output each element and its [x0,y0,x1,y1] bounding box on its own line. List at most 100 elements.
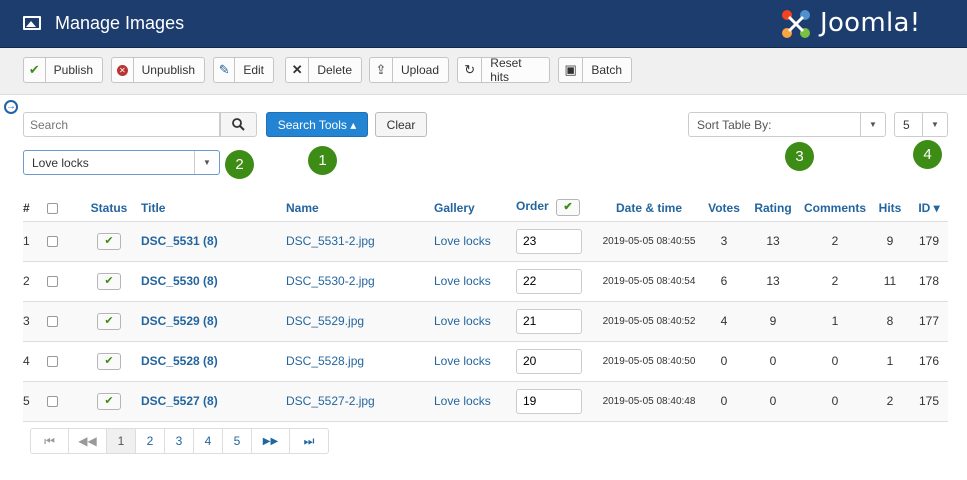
row-select-cell [47,341,77,382]
page-link-1[interactable]: 1 [107,429,136,453]
row-hits: 8 [870,301,910,342]
column-header-date[interactable]: Date & time [596,195,702,222]
sidebar-toggle-icon[interactable]: → [4,100,18,114]
order-input[interactable] [516,268,582,294]
row-rating: 9 [746,301,800,342]
edit-button[interactable]: ✎ Edit [213,57,274,83]
table-row: 5✔DSC_5527 (8)DSC_5527-2.jpgLove locks20… [23,381,948,422]
published-toggle-icon[interactable]: ✔ [97,392,121,410]
row-order-cell [516,301,596,342]
page-link-3[interactable]: 3 [165,429,194,453]
page-header: Manage Images Joomla! [0,0,967,48]
gallery-link[interactable]: Love locks [434,274,491,288]
column-header-order[interactable]: Order ✔ [516,195,596,222]
save-order-icon[interactable]: ✔ [556,199,581,217]
gallery-link[interactable]: Love locks [434,354,491,368]
row-comments: 2 [800,261,870,302]
row-id: 178 [910,261,948,302]
row-status-cell: ✔ [77,301,141,342]
row-number: 3 [23,301,47,342]
column-header-gallery[interactable]: Gallery [434,195,516,222]
filename-link[interactable]: DSC_5531-2.jpg [286,234,375,248]
row-id: 176 [910,341,948,382]
row-checkbox[interactable] [47,236,58,248]
row-checkbox[interactable] [47,276,58,288]
row-hits: 11 [870,261,910,302]
row-order-cell [516,261,596,302]
column-header-votes[interactable]: Votes [702,195,746,222]
column-header-status[interactable]: Status [77,195,141,222]
order-input[interactable] [516,228,582,254]
title-link[interactable]: DSC_5528 (8) [141,354,218,368]
order-input[interactable] [516,308,582,334]
row-rating: 13 [746,261,800,302]
row-order-cell [516,381,596,422]
row-status-cell: ✔ [77,341,141,382]
column-header-name[interactable]: Name [286,195,434,222]
published-toggle-icon[interactable]: ✔ [97,272,121,290]
row-gallery: Love locks [434,261,516,302]
published-toggle-icon[interactable]: ✔ [97,232,121,250]
row-order-cell [516,221,596,262]
row-gallery: Love locks [434,341,516,382]
row-title: DSC_5531 (8) [141,221,286,262]
filename-link[interactable]: DSC_5529.jpg [286,314,364,328]
filename-link[interactable]: DSC_5530-2.jpg [286,274,375,288]
row-gallery: Love locks [434,221,516,262]
list-limit-select[interactable]: 5 ▼ [894,112,948,137]
column-header-title[interactable]: Title [141,195,286,222]
order-input[interactable] [516,388,582,414]
title-link[interactable]: DSC_5530 (8) [141,274,218,288]
chevron-down-icon: ▼ [194,151,219,174]
delete-button[interactable]: ✕ Delete [285,57,362,83]
published-toggle-icon[interactable]: ✔ [97,312,121,330]
page-link-2[interactable]: 2 [136,429,165,453]
gallery-link[interactable]: Love locks [434,394,491,408]
row-select-cell [47,301,77,342]
row-comments: 1 [800,301,870,342]
unpublish-button[interactable]: ✕ Unpublish [111,57,205,83]
search-button[interactable] [220,112,257,137]
page-link-4[interactable]: 4 [194,429,223,453]
order-input[interactable] [516,348,582,374]
search-input[interactable] [23,112,220,137]
row-votes: 3 [702,221,746,262]
search-tools-button[interactable]: Search Tools ▴ [266,112,368,137]
chevron-down-icon: ▼ [860,113,885,136]
page-link-5[interactable]: 5 [223,429,252,453]
title-link[interactable]: DSC_5529 (8) [141,314,218,328]
row-checkbox[interactable] [47,316,58,328]
column-header-id[interactable]: ID ▾ [910,195,948,222]
next-page-icon[interactable]: ▶▶ [252,429,290,453]
list-limit-value: 5 [903,118,910,132]
gallery-link[interactable]: Love locks [434,314,491,328]
filename-link[interactable]: DSC_5528.jpg [286,354,364,368]
last-page-icon[interactable]: ⏭ [290,429,328,453]
row-checkbox[interactable] [47,396,58,408]
reset-hits-button[interactable]: ↻ Reset hits [457,56,550,84]
column-header-hits[interactable]: Hits [870,195,910,222]
row-checkbox[interactable] [47,356,58,368]
row-filename: DSC_5528.jpg [286,341,434,382]
published-toggle-icon[interactable]: ✔ [97,352,121,370]
row-filename: DSC_5530-2.jpg [286,261,434,302]
select-all-checkbox[interactable] [47,203,58,215]
clear-button[interactable]: Clear [375,112,427,137]
gallery-filter-select[interactable]: Love locks ▼ [23,150,220,175]
batch-button[interactable]: ▣ Batch [558,57,632,83]
publish-button[interactable]: ✔ Publish [23,57,103,83]
gallery-link[interactable]: Love locks [434,234,491,248]
title-link[interactable]: DSC_5527 (8) [141,394,218,408]
title-link[interactable]: DSC_5531 (8) [141,234,218,248]
row-votes: 6 [702,261,746,302]
previous-page-icon[interactable]: ◀◀ [69,429,107,453]
first-page-icon[interactable]: ⏮ [31,429,69,453]
column-header-rating[interactable]: Rating [746,195,800,222]
image-icon [23,16,41,30]
callout-badge-1: 1 [308,146,337,175]
column-header-comments[interactable]: Comments [800,195,870,222]
sort-table-select[interactable]: Sort Table By: ▼ [688,112,886,137]
upload-button[interactable]: ⇪ Upload [369,57,449,83]
row-votes: 4 [702,301,746,342]
filename-link[interactable]: DSC_5527-2.jpg [286,394,375,408]
